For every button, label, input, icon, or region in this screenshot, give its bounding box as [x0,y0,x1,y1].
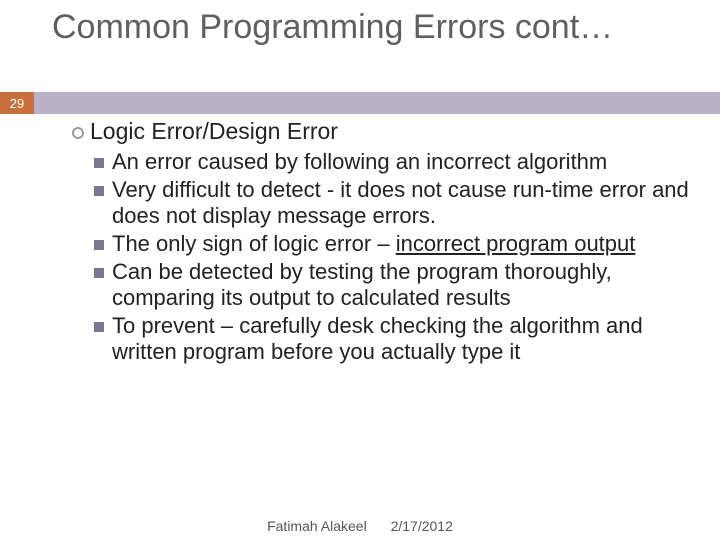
level2-item: The only sign of logic error – incorrect… [94,231,692,257]
level2-text: Can be detected by testing the program t… [112,259,612,310]
square-bullet-icon [94,158,104,168]
square-bullet-icon [94,268,104,278]
level2-text: Very difficult to detect - it does not c… [112,177,689,228]
level2-item: An error caused by following an incorrec… [94,149,692,175]
level2-item: Very difficult to detect - it does not c… [94,177,692,229]
level2-text: An error caused by following an incorrec… [112,149,607,174]
footer-author: Fatimah Alakeel [267,518,367,534]
level2-item: Can be detected by testing the program t… [94,259,692,311]
square-bullet-icon [94,186,104,196]
content-area: Logic Error/Design Error An error caused… [72,118,692,367]
level1-text: Logic Error/Design Error [90,118,338,144]
level2-text-underlined: incorrect program output [396,231,636,256]
page-number-badge: 29 [0,92,34,114]
level2-text-prefix: The only sign of logic error – [112,231,396,256]
footer: Fatimah Alakeel 2/17/2012 [0,518,720,534]
level2-item: To prevent – carefully desk checking the… [94,313,692,365]
ring-bullet-icon [72,127,84,139]
title-band [0,92,720,114]
square-bullet-icon [94,240,104,250]
footer-date: 2/17/2012 [391,518,453,534]
square-bullet-icon [94,322,104,332]
slide-title: Common Programming Errors cont… [52,8,720,47]
level2-text: To prevent – carefully desk checking the… [112,313,643,364]
level1-item: Logic Error/Design Error [72,118,692,145]
